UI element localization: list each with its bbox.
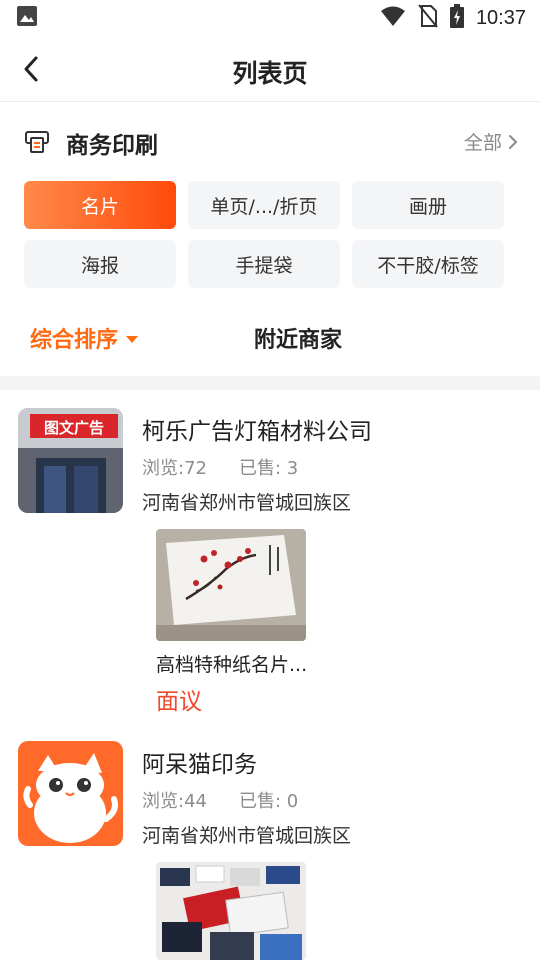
sold-count: 已售: 0 — [238, 791, 299, 812]
shop-stats: 浏览:72 已售: 3 — [142, 454, 298, 480]
product-name: 高档特种纸名片... — [156, 654, 308, 676]
shop-address: 河南省郑州市管城回族区 — [142, 492, 352, 514]
printer-icon — [24, 128, 50, 158]
shop-card[interactable]: 阿呆猫印务 浏览:44 已售: 0 河南省郑州市管城回族区 — [0, 741, 540, 960]
view-all-link[interactable]: 全部 — [464, 128, 518, 155]
category-chip-business-card[interactable]: 名片 — [24, 181, 176, 229]
logo-sign-text: 图文广告 — [44, 419, 104, 437]
shop-stats: 浏览:44 已售: 0 — [142, 787, 298, 813]
product-image[interactable] — [156, 862, 306, 960]
chevron-right-icon — [509, 134, 518, 149]
no-sim-icon — [418, 4, 438, 32]
shop-name: 柯乐广告灯箱材料公司 — [142, 419, 372, 445]
shop-name: 阿呆猫印务 — [142, 752, 257, 778]
sort-bar: 综合排序 附近商家 — [0, 306, 540, 366]
page-title: 列表页 — [232, 59, 308, 88]
sort-label: 综合排序 — [30, 328, 119, 353]
section-divider — [0, 376, 540, 390]
category-grid: 名片 单页/.../折页 画册 海报 手提袋 不干胶/标签 — [24, 181, 504, 288]
shop-logo-cat — [18, 741, 123, 846]
category-chip-sticker[interactable]: 不干胶/标签 — [352, 240, 504, 288]
view-count: 浏览:72 — [142, 458, 207, 479]
product-price: 面议 — [156, 689, 202, 715]
category-chip-handbag[interactable]: 手提袋 — [188, 240, 340, 288]
nearby-shops-tab[interactable]: 附近商家 — [254, 322, 342, 354]
battery-charging-icon — [449, 4, 464, 32]
shop-address: 河南省郑州市管城回族区 — [142, 825, 352, 847]
clock: 10:37 — [475, 6, 526, 29]
wifi-icon — [380, 5, 406, 31]
image-icon — [16, 5, 38, 31]
caret-down-icon — [126, 335, 139, 343]
section-header: 商务印刷 全部 — [0, 102, 540, 178]
sold-count: 已售: 3 — [238, 458, 299, 479]
shop-logo: 图文广告 — [18, 408, 123, 513]
product-image[interactable] — [156, 529, 306, 641]
view-all-label: 全部 — [463, 132, 502, 154]
shop-card[interactable]: 图文广告 柯乐广告灯箱材料公司 浏览:72 已售: 3 河南省郑州市管城回族区 — [0, 408, 540, 715]
view-count: 浏览:44 — [142, 791, 207, 812]
category-chip-poster[interactable]: 海报 — [24, 240, 176, 288]
category-chip-brochure[interactable]: 画册 — [352, 181, 504, 229]
status-bar: 10:37 — [0, 0, 540, 36]
header-bar: 列表页 — [0, 36, 540, 102]
section-title: 商务印刷 — [66, 133, 158, 159]
category-chip-flyer[interactable]: 单页/.../折页 — [188, 181, 340, 229]
sort-dropdown[interactable]: 综合排序 — [30, 322, 139, 354]
